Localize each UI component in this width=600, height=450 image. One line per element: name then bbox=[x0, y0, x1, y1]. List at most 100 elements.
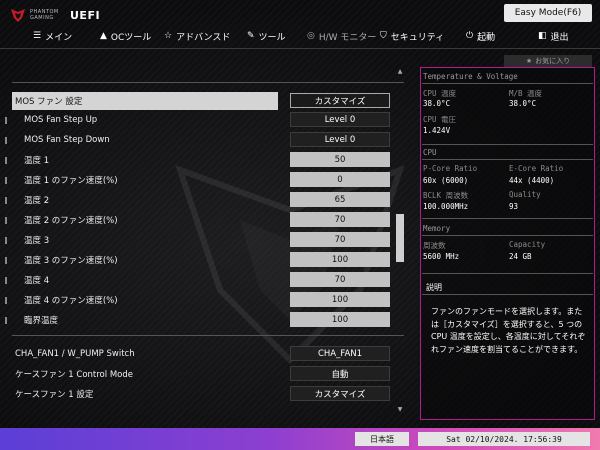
setting-value[interactable]: 70 bbox=[290, 232, 390, 247]
setting-row-temp4-fan-speed[interactable]: 温度 4 のファン速度(%) 100 bbox=[5, 291, 392, 309]
scroll-down-icon[interactable]: ▼ bbox=[396, 406, 404, 414]
hw-monitor-panel: Temperature & Voltage CPU 温度 M/B 温度 38.0… bbox=[420, 67, 595, 420]
setting-label: 温度 2 bbox=[24, 196, 50, 206]
scroll-up-icon[interactable]: ▲ bbox=[396, 68, 404, 76]
favorites-label: お気に入り bbox=[535, 57, 571, 65]
tab-security[interactable]: ⛉ セキュリティ bbox=[380, 26, 444, 46]
setting-value[interactable]: Level 0 bbox=[290, 112, 390, 127]
favorites-button[interactable]: ★ お気に入り bbox=[504, 55, 592, 67]
setting-label: 温度 4 のファン速度(%) bbox=[24, 296, 118, 306]
row-bullet bbox=[5, 237, 7, 244]
row-bullet bbox=[5, 177, 7, 184]
setting-label: 温度 3 bbox=[24, 236, 50, 246]
setting-label: ケースファン 1 Control Mode bbox=[15, 370, 133, 380]
setting-row-temp3-fan-speed[interactable]: 温度 3 のファン速度(%) 100 bbox=[5, 251, 392, 269]
setting-label: 温度 4 bbox=[24, 276, 50, 286]
section-title-memory: Memory bbox=[423, 224, 451, 233]
tab-label: 起動 bbox=[477, 32, 496, 43]
setting-label: MOS Fan Step Down bbox=[24, 135, 110, 145]
cpu-temp-value: 38.0°C bbox=[423, 99, 451, 108]
setting-label: 温度 1 のファン速度(%) bbox=[24, 176, 118, 186]
ecore-value: 44x (4400) bbox=[509, 176, 555, 185]
nav-divider bbox=[0, 48, 600, 49]
row-bullet bbox=[5, 117, 7, 124]
setting-row-temp3[interactable]: 温度 3 70 bbox=[5, 231, 392, 249]
bclk-label: BCLK 周波数 bbox=[423, 191, 469, 200]
panel-divider bbox=[422, 83, 593, 84]
brand-uefi: UEFI bbox=[70, 8, 101, 22]
star-icon: ☆ bbox=[164, 31, 173, 41]
list-section-divider bbox=[12, 335, 404, 336]
setting-row-temp1[interactable]: 温度 1 50 bbox=[5, 151, 392, 169]
main-nav: ☰ メイン ▲ OCツール ☆ アドバンスド ✎ ツール ◎ H/W モニター ⛉ セキュリ… bbox=[0, 26, 600, 46]
setting-row-temp2-fan-speed[interactable]: 温度 2 のファン速度(%) 70 bbox=[5, 211, 392, 229]
setting-row-temp1-fan-speed[interactable]: 温度 1 のファン速度(%) 0 bbox=[5, 171, 392, 189]
tab-main[interactable]: ☰ メイン bbox=[33, 26, 72, 46]
tab-label: ツール bbox=[258, 32, 286, 43]
rocket-icon: ▲ bbox=[100, 31, 107, 41]
mem-capacity-label: Capacity bbox=[509, 240, 546, 249]
wrench-icon: ✎ bbox=[247, 31, 255, 41]
row-bullet bbox=[5, 257, 7, 264]
section-title-temp-voltage: Temperature & Voltage bbox=[423, 72, 518, 81]
mem-freq-label: 周波数 bbox=[423, 241, 446, 250]
setting-value[interactable]: カスタマイズ bbox=[290, 93, 390, 108]
setting-row-fan-step-up[interactable]: MOS Fan Step Up Level 0 bbox=[5, 111, 392, 129]
panel-divider bbox=[422, 218, 593, 219]
setting-value[interactable]: 65 bbox=[290, 192, 390, 207]
tab-exit[interactable]: ◧ 退出 bbox=[538, 26, 569, 46]
pcore-label: P-Core Ratio bbox=[423, 164, 478, 173]
setting-row-temp2[interactable]: 温度 2 65 bbox=[5, 191, 392, 209]
language-button[interactable]: 日本語 bbox=[355, 432, 409, 446]
quality-value: 93 bbox=[509, 202, 519, 211]
pcore-value: 60x (6000) bbox=[423, 176, 469, 185]
easy-mode-button[interactable]: Easy Mode(F6) bbox=[504, 4, 592, 22]
setting-label: MOS ファン 設定 bbox=[15, 97, 83, 107]
section-title-cpu: CPU bbox=[423, 148, 437, 157]
phantom-logo-icon bbox=[11, 9, 25, 22]
panel-divider bbox=[422, 144, 593, 145]
row-bullet bbox=[5, 317, 7, 324]
power-icon: ⏻ bbox=[466, 31, 474, 41]
setting-row-critical-temp[interactable]: 臨界温度 100 bbox=[5, 311, 392, 329]
setting-label: ケースファン 1 設定 bbox=[15, 390, 94, 400]
setting-row-temp4[interactable]: 温度 4 70 bbox=[5, 271, 392, 289]
tab-oc-tools[interactable]: ▲ OCツール bbox=[100, 26, 151, 46]
panel-divider bbox=[422, 273, 593, 274]
ecore-label: E-Core Ratio bbox=[509, 164, 564, 173]
row-bullet bbox=[5, 197, 7, 204]
setting-value[interactable]: Level 0 bbox=[290, 132, 390, 147]
setting-value[interactable]: 50 bbox=[290, 152, 390, 167]
settings-scrollbar[interactable]: ▲ ▼ bbox=[396, 68, 404, 414]
setting-row-mos-fan[interactable]: MOS ファン 設定 カスタマイズ bbox=[12, 92, 392, 110]
setting-row-fan-step-down[interactable]: MOS Fan Step Down Level 0 bbox=[5, 131, 392, 149]
scroll-thumb[interactable] bbox=[396, 214, 404, 262]
setting-value[interactable]: 自動 bbox=[290, 366, 390, 381]
setting-row-cha-fan-switch[interactable]: CHA_FAN1 / W_PUMP Switch CHA_FAN1 bbox=[12, 345, 392, 363]
panel-divider bbox=[422, 235, 593, 236]
setting-row-case-fan1-setting[interactable]: ケースファン 1 設定 カスタマイズ bbox=[12, 385, 392, 403]
setting-value[interactable]: 100 bbox=[290, 312, 390, 327]
quality-label: Quality bbox=[509, 190, 541, 199]
tab-hw-monitor[interactable]: ◎ H/W モニター bbox=[307, 26, 376, 46]
mb-temp-value: 38.0°C bbox=[509, 99, 537, 108]
tab-advanced[interactable]: ☆ アドバンスド bbox=[164, 26, 230, 46]
datetime-display: Sat 02/10/2024. 17:56:39 bbox=[418, 432, 590, 446]
tab-boot[interactable]: ⏻ 起動 bbox=[466, 26, 495, 46]
setting-value[interactable]: 0 bbox=[290, 172, 390, 187]
setting-label: 温度 1 bbox=[24, 156, 50, 166]
tab-label: メイン bbox=[45, 32, 73, 43]
monitor-icon: ◎ bbox=[307, 31, 315, 41]
tab-tools[interactable]: ✎ ツール bbox=[247, 26, 286, 46]
tab-label: H/W モニター bbox=[318, 32, 377, 43]
exit-icon: ◧ bbox=[538, 31, 547, 41]
setting-value[interactable]: 100 bbox=[290, 292, 390, 307]
setting-label: CHA_FAN1 / W_PUMP Switch bbox=[15, 349, 135, 359]
row-bullet bbox=[5, 137, 7, 144]
setting-row-case-fan1-mode[interactable]: ケースファン 1 Control Mode 自動 bbox=[12, 365, 392, 383]
setting-value[interactable]: カスタマイズ bbox=[290, 386, 390, 401]
setting-value[interactable]: 100 bbox=[290, 252, 390, 267]
setting-value[interactable]: 70 bbox=[290, 212, 390, 227]
setting-value[interactable]: CHA_FAN1 bbox=[290, 346, 390, 361]
setting-value[interactable]: 70 bbox=[290, 272, 390, 287]
